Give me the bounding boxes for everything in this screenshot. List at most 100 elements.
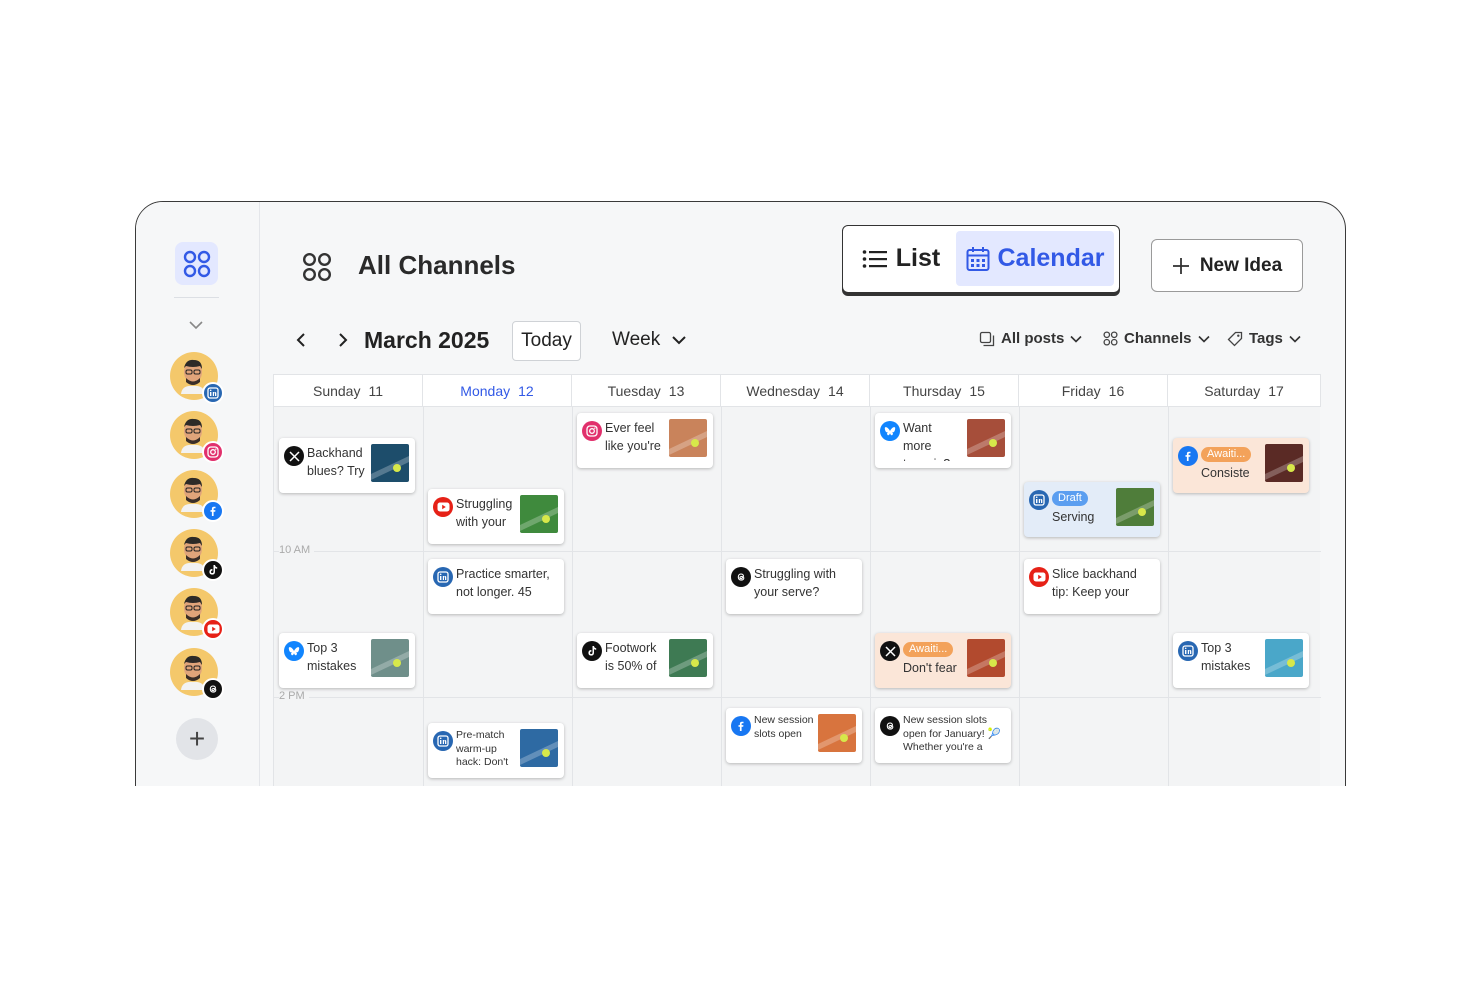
linkedin-badge bbox=[202, 382, 224, 404]
post-text: Serving bbox=[1052, 510, 1095, 524]
post-card[interactable]: Footwork is 50% of bbox=[577, 633, 713, 688]
channels-grid-icon bbox=[302, 252, 332, 282]
post-card[interactable]: Struggling with your serve? bbox=[726, 559, 862, 614]
post-thumbnail-image bbox=[818, 714, 856, 752]
instagram-icon bbox=[207, 446, 219, 458]
threads-icon bbox=[207, 683, 219, 695]
day-name: Tuesday bbox=[607, 382, 661, 399]
post-text: New session slots open for January! 🎾 Wh… bbox=[903, 714, 1001, 753]
channels-filter[interactable]: Channels bbox=[1103, 330, 1210, 347]
account-avatar-threads[interactable] bbox=[170, 648, 224, 700]
facebook-badge bbox=[202, 500, 224, 522]
status-badge: Draft bbox=[1052, 491, 1088, 506]
post-text: Top 3 mistakes bbox=[1201, 641, 1251, 673]
bottom-crop bbox=[0, 786, 1480, 987]
range-select[interactable]: Week bbox=[612, 329, 686, 351]
post-thumbnail-image bbox=[520, 729, 558, 767]
day-header-friday[interactable]: Friday 16 bbox=[1019, 374, 1168, 407]
range-label: Week bbox=[612, 329, 661, 350]
sidebar-divider bbox=[174, 297, 219, 298]
day-date: 13 bbox=[668, 382, 685, 399]
chevron-left-icon[interactable] bbox=[294, 332, 308, 348]
chevron-right-icon[interactable] bbox=[336, 332, 350, 348]
account-avatar-linkedin[interactable] bbox=[170, 352, 224, 404]
post-card[interactable]: New session slots open bbox=[726, 708, 862, 763]
all-posts-filter[interactable]: All posts bbox=[979, 330, 1082, 347]
post-card[interactable]: Awaiti... Don't fear bbox=[875, 633, 1011, 688]
tiktok-icon bbox=[582, 641, 602, 661]
post-thumbnail-image bbox=[669, 419, 707, 457]
day-divider bbox=[572, 407, 573, 840]
post-preview: Pre-match warm-up hack: Don't bbox=[453, 729, 516, 771]
day-header-wednesday[interactable]: Wednesday 14 bbox=[721, 374, 870, 407]
day-name: Wednesday bbox=[746, 382, 821, 399]
instagram-badge bbox=[202, 441, 224, 463]
post-card[interactable]: Struggling with your bbox=[428, 489, 564, 544]
post-card[interactable]: Pre-match warm-up hack: Don't bbox=[428, 723, 564, 778]
post-preview: Slice backhand tip: Keep your bbox=[1049, 565, 1154, 607]
hour-line bbox=[274, 551, 1321, 552]
post-text: Footwork is 50% of bbox=[605, 641, 657, 673]
account-avatar-youtube[interactable] bbox=[170, 588, 224, 640]
day-name: Monday bbox=[460, 382, 511, 399]
linkedin-icon bbox=[433, 567, 453, 587]
youtube-icon bbox=[1029, 567, 1049, 587]
today-button[interactable]: Today bbox=[512, 321, 581, 361]
facebook-icon bbox=[207, 505, 219, 517]
post-card[interactable]: Top 3 mistakes bbox=[279, 633, 415, 688]
threads-icon bbox=[880, 716, 900, 736]
channels-label: Channels bbox=[1124, 330, 1192, 347]
list-view-button[interactable]: List bbox=[849, 231, 953, 286]
status-badge: Awaiti... bbox=[903, 642, 954, 657]
youtube-badge bbox=[202, 618, 224, 640]
linkedin-icon bbox=[1029, 490, 1049, 510]
post-card[interactable]: Want more topspin? bbox=[875, 413, 1011, 468]
day-header-sunday[interactable]: Sunday 11 bbox=[274, 374, 423, 407]
account-avatar-tiktok[interactable] bbox=[170, 529, 224, 581]
day-date: 12 bbox=[518, 382, 534, 399]
post-card[interactable]: Practice smarter, not longer. 45 bbox=[428, 559, 564, 614]
day-header-monday[interactable]: Monday 12 bbox=[423, 374, 572, 407]
day-header-saturday[interactable]: Saturday 17 bbox=[1168, 374, 1321, 407]
add-channel-button[interactable]: + bbox=[176, 718, 218, 760]
post-card[interactable]: New session slots open for January! 🎾 Wh… bbox=[875, 708, 1011, 763]
post-thumbnail-image bbox=[520, 495, 558, 533]
post-text: Want more topspin? bbox=[903, 421, 950, 461]
threads-badge bbox=[202, 678, 224, 700]
post-text: New session slots open bbox=[754, 714, 814, 740]
post-card[interactable]: Awaiti... Consiste bbox=[1173, 438, 1309, 493]
day-header-tuesday[interactable]: Tuesday 13 bbox=[572, 374, 721, 407]
list-icon bbox=[862, 249, 887, 268]
post-text: Don't fear bbox=[903, 661, 957, 675]
app-window: + All Channels List Calendar New Idea Ma… bbox=[135, 201, 1346, 841]
tags-filter[interactable]: Tags bbox=[1227, 330, 1301, 347]
chevron-down-icon[interactable] bbox=[188, 317, 204, 333]
post-text: Consiste bbox=[1201, 466, 1250, 480]
post-card[interactable]: Backhand blues? Try bbox=[279, 438, 415, 493]
day-header-thursday[interactable]: Thursday 15 bbox=[870, 374, 1019, 407]
account-avatar-instagram[interactable] bbox=[170, 411, 224, 463]
status-badge: Awaiti... bbox=[1201, 447, 1252, 462]
post-preview: Footwork is 50% of bbox=[602, 639, 665, 681]
account-avatar-facebook[interactable] bbox=[170, 470, 224, 522]
post-text: Top 3 mistakes bbox=[307, 641, 357, 673]
chevron-down-icon bbox=[1289, 335, 1301, 343]
youtube-icon bbox=[433, 497, 453, 517]
week-calendar: Sunday 11 Monday 12 Tuesday 13 Wednesday 14 Thur… bbox=[273, 374, 1321, 840]
post-card[interactable]: Draft Serving bbox=[1024, 482, 1160, 537]
post-card[interactable]: Slice backhand tip: Keep your bbox=[1024, 559, 1160, 614]
post-preview: Awaiti... Consiste bbox=[1198, 444, 1261, 486]
new-idea-button[interactable]: New Idea bbox=[1151, 239, 1303, 292]
all-posts-label: All posts bbox=[1001, 330, 1065, 347]
post-card[interactable]: Ever feel like you're bbox=[577, 413, 713, 468]
post-card[interactable]: Top 3 mistakes bbox=[1173, 633, 1309, 688]
post-preview: New session slots open bbox=[751, 714, 814, 756]
bluesky-icon bbox=[284, 641, 304, 661]
all-channels-button[interactable] bbox=[175, 242, 218, 285]
sidebar: + bbox=[136, 202, 260, 840]
post-preview: New session slots open for January! 🎾 Wh… bbox=[900, 714, 1005, 756]
calendar-view-button[interactable]: Calendar bbox=[956, 231, 1114, 286]
tiktok-icon bbox=[207, 564, 219, 576]
post-preview: Draft Serving bbox=[1049, 488, 1112, 530]
hour-line bbox=[274, 697, 1321, 698]
